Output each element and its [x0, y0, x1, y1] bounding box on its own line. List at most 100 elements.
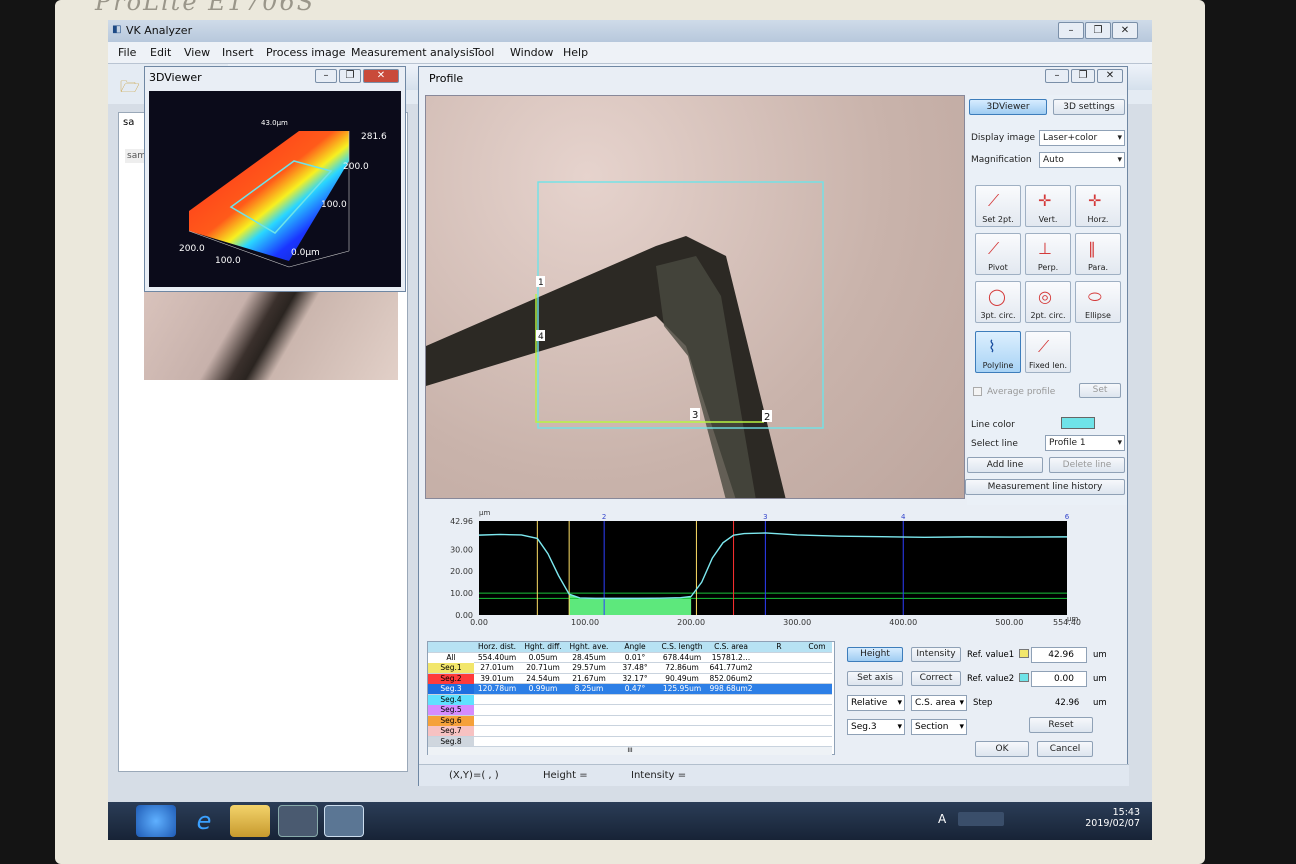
menu-help[interactable]: Help — [563, 46, 588, 59]
height-button[interactable]: Height — [847, 647, 903, 662]
table-header: Hght. ave. — [569, 642, 609, 651]
table-row[interactable]: Seg.2 39.01um 24.54um 21.67um 32.17° 90.49um 8… — [428, 673, 832, 684]
x-tick-label: 300.00 — [783, 618, 811, 627]
x-tick-label: 500.00 — [995, 618, 1023, 627]
display-image-select[interactable]: Laser+color ▾ — [1039, 130, 1125, 146]
profile-maximize-button[interactable]: ❐ — [1071, 69, 1095, 83]
explorer-icon[interactable] — [230, 805, 270, 837]
close-button[interactable]: ✕ — [1112, 22, 1138, 39]
maximize-button[interactable]: ❐ — [1085, 22, 1111, 39]
table-cell: 28.45um — [572, 652, 606, 662]
tool-para[interactable]: ∥ Para. — [1075, 233, 1121, 275]
3d-canvas[interactable]: 43.0µm 281.6 200.0 100.0 200.0 100.0 0.0… — [149, 91, 401, 287]
tool-label: Fixed len. — [1028, 361, 1068, 370]
marker-1: 1 — [538, 278, 544, 288]
folder-icon[interactable]: 🗁 — [120, 76, 140, 103]
tool-set-2pt[interactable]: ⟋ Set 2pt. — [975, 185, 1021, 227]
thumbnail-image[interactable] — [144, 290, 398, 380]
ok-button[interactable]: OK — [975, 741, 1029, 757]
profile-minimize-button[interactable]: – — [1045, 69, 1069, 83]
line-color-swatch[interactable] — [1061, 417, 1095, 429]
cancel-button[interactable]: Cancel — [1037, 741, 1093, 757]
tab-label[interactable]: sa — [123, 117, 134, 128]
menu-view[interactable]: View — [184, 46, 210, 59]
table-cell — [612, 726, 658, 736]
select-line-select[interactable]: Profile 1 ▾ — [1045, 435, 1125, 451]
profile-close-button[interactable]: ✕ — [1097, 69, 1123, 83]
profile-graph[interactable]: µm µm 42.96 30.00 20.00 10.00 0.00 0.00 100.0… — [425, 507, 1125, 639]
table-cell — [756, 674, 802, 684]
menu-measurement-analysis[interactable]: Measurement analysis — [351, 46, 475, 59]
3d-settings-button[interactable]: 3D settings — [1053, 99, 1125, 115]
menu-tool[interactable]: Tool — [473, 46, 494, 59]
tool-horz[interactable]: ✛ Horz. — [1075, 185, 1121, 227]
menu-file[interactable]: File — [118, 46, 136, 59]
set-button[interactable]: Set — [1079, 383, 1121, 398]
clock[interactable]: 15:43 2019/02/07 — [1070, 807, 1140, 829]
tool-polyline[interactable]: ⌇ Polyline — [975, 331, 1021, 373]
microscope-image[interactable]: 1 4 3 2 — [425, 95, 965, 499]
table-cell: 0.99um — [528, 684, 558, 693]
ref-value1-input[interactable]: 42.96 — [1031, 647, 1087, 663]
3dviewer-button[interactable]: 3DViewer — [969, 99, 1047, 115]
tool-3pt-circ[interactable]: ◯ 3pt. circ. — [975, 281, 1021, 323]
step-value: 42.96 — [1055, 698, 1080, 708]
tool-2pt-circ[interactable]: ◎ 2pt. circ. — [1025, 281, 1071, 323]
tray-icons[interactable] — [958, 812, 1004, 826]
table-row[interactable]: Seg.1 27.01um 20.71um 29.57um 37.48° 72.86um 6… — [428, 663, 832, 674]
x-tick-label: 100.00 — [571, 618, 599, 627]
section-select[interactable]: Section ▾ — [911, 719, 967, 735]
segment-label: Seg.6 — [428, 715, 474, 726]
3d-minimize-button[interactable]: – — [315, 69, 337, 83]
menu-edit[interactable]: Edit — [150, 46, 171, 59]
table-cell: 20.71um — [526, 663, 560, 672]
segment-table[interactable]: Horz. dist. Hght. diff. Hght. ave. Angle… — [427, 641, 835, 755]
menu-process-image[interactable]: Process image — [266, 46, 346, 59]
table-row[interactable]: All 554.40um 0.05um 28.45um 0.01° 678.44um 157… — [428, 652, 832, 663]
ref-value2-input[interactable]: 0.00 — [1031, 671, 1087, 687]
table-cell — [520, 716, 566, 726]
average-profile-checkbox[interactable] — [973, 387, 982, 396]
add-line-button[interactable]: Add line — [967, 457, 1043, 473]
relative-select[interactable]: Relative ▾ — [847, 695, 905, 711]
set-axis-button[interactable]: Set axis — [847, 671, 903, 686]
table-row[interactable]: Seg.6 — [428, 715, 832, 726]
3d-close-button[interactable]: ✕ — [363, 69, 399, 83]
ime-indicator[interactable]: A — [938, 812, 946, 826]
tool-fixed-len[interactable]: ⟋ Fixed len. — [1025, 331, 1071, 373]
intensity-button[interactable]: Intensity — [911, 647, 961, 662]
table-row[interactable]: Seg.4 — [428, 694, 832, 705]
ref-value2-label: Ref. value2 — [967, 674, 1015, 684]
menu-insert[interactable]: Insert — [222, 46, 254, 59]
delete-line-button[interactable]: Delete line — [1049, 457, 1125, 473]
minimize-button[interactable]: – — [1058, 22, 1084, 39]
chevron-down-icon: ▾ — [1117, 133, 1122, 143]
table-row[interactable]: Seg.3 120.78um 0.99um 8.25um 0.47° 125.95um 99… — [428, 684, 832, 695]
table-row[interactable]: Seg.5 — [428, 705, 832, 716]
line-2pt-icon: ⟋ — [988, 191, 1000, 210]
y-tick-labels: 42.9630.0020.0010.000.00 — [450, 517, 473, 620]
correct-button[interactable]: Correct — [911, 671, 961, 686]
vk-analyzer-task-icon[interactable] — [324, 805, 364, 837]
tool-perp[interactable]: ⊥ Perp. — [1025, 233, 1071, 275]
table-row[interactable]: Seg.7 — [428, 726, 832, 737]
ie-icon[interactable]: e — [184, 805, 224, 837]
3d-maximize-button[interactable]: ❐ — [339, 69, 361, 83]
start-button[interactable] — [136, 805, 176, 837]
table-cell: 21.67um — [572, 673, 606, 683]
measurement-history-button[interactable]: Measurement line history — [965, 479, 1125, 495]
magnification-select[interactable]: Auto ▾ — [1039, 152, 1125, 168]
segment-select[interactable]: Seg.3 ▾ — [847, 719, 905, 735]
tool-ellipse[interactable]: ⬭ Ellipse — [1075, 281, 1121, 323]
menu-window[interactable]: Window — [510, 46, 553, 59]
tool-pivot[interactable]: ⟋ Pivot — [975, 233, 1021, 275]
cs-area-select[interactable]: C.S. area ▾ — [911, 695, 967, 711]
tool-vert[interactable]: ✛ Vert. — [1025, 185, 1071, 227]
perpendicular-icon: ⊥ — [1038, 239, 1052, 258]
reset-button[interactable]: Reset — [1029, 717, 1093, 733]
ref2-color-swatch — [1019, 673, 1029, 682]
table-cell — [658, 737, 706, 747]
y-tick-label: 20.00 — [450, 567, 473, 576]
media-icon[interactable] — [278, 805, 318, 837]
horizontal-scrollbar[interactable]: III — [428, 746, 832, 755]
